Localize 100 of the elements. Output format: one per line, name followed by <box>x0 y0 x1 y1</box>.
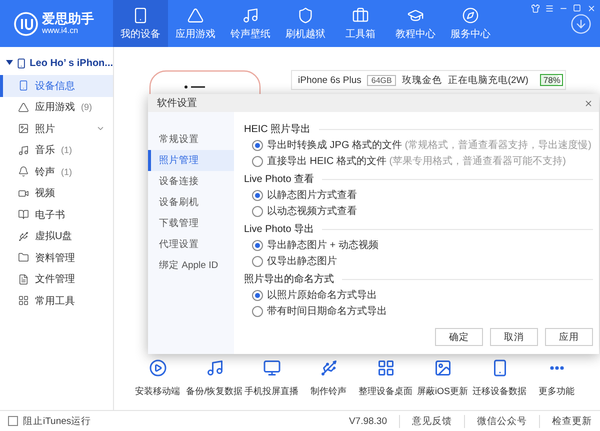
item-label: 文件管理 <box>35 272 75 286</box>
nav-tab[interactable]: 铃声壁纸 <box>223 0 278 47</box>
sidebar-item[interactable]: 文件管理 <box>0 268 113 290</box>
triangle-icon <box>18 102 29 113</box>
item-label: 设备信息 <box>35 80 75 93</box>
sidebar-item[interactable]: 设备信息 <box>0 75 113 96</box>
settings-nav-item[interactable]: 绑定 Apple ID <box>148 255 234 276</box>
item-label: 资料管理 <box>35 252 75 265</box>
phone-icon <box>132 6 149 24</box>
caret-icon <box>6 60 13 64</box>
tool-button[interactable]: 整理设备桌面 <box>357 359 414 398</box>
settings-nav-item[interactable]: 下载管理 <box>148 213 234 234</box>
item-label: 铃声 <box>35 166 55 179</box>
item-count: (9) <box>81 102 92 112</box>
dialog-button[interactable]: 应用 <box>545 328 593 346</box>
nav-tab[interactable]: 刷机越狱 <box>278 0 333 47</box>
settings-nav-item[interactable]: 照片管理 <box>148 150 234 171</box>
image-icon <box>434 359 452 377</box>
nav-tab[interactable]: 教程中心 <box>388 0 443 47</box>
device-model: iPhone 6s Plus <box>298 74 362 86</box>
option-label: 导出时转换成 JPG 格式的文件 (常规格式，普通查看器支持，导出速度慢) <box>267 138 592 153</box>
item-count: (1) <box>61 166 72 177</box>
sidebar-item[interactable]: 常用工具 <box>0 290 113 312</box>
sidebar-item[interactable]: 虚拟U盘 <box>0 226 113 247</box>
close-icon[interactable] <box>584 98 593 108</box>
option-label: 仅导出静态图片 <box>267 254 337 269</box>
tool-button[interactable]: 手机投屏直播 <box>243 359 300 398</box>
nav-tab[interactable]: 应用游戏 <box>168 0 223 47</box>
device-finish: 玫瑰金色 <box>402 74 442 86</box>
more-icon <box>550 366 564 370</box>
section-title: 照片导出的命名方式 <box>244 272 334 286</box>
nav-tab[interactable]: 工具箱 <box>333 0 388 47</box>
settings-nav-item[interactable]: 设备连接 <box>148 171 234 192</box>
sidebar-item[interactable]: 应用游戏 (9) <box>0 96 113 118</box>
option-label: 以动态视频方式查看 <box>267 204 357 219</box>
dialog-title: 软件设置 <box>157 96 197 110</box>
menu-icon[interactable] <box>544 4 554 12</box>
video-camera-icon <box>18 188 29 199</box>
device-name[interactable]: Leo Ho’ s iPhon... <box>0 51 113 75</box>
usb-icon <box>320 359 338 377</box>
item-label: 照片 <box>35 122 55 136</box>
item-label: 虚拟U盘 <box>35 230 72 244</box>
bell-icon <box>18 166 29 178</box>
status-link[interactable]: 意见反馈 <box>399 414 452 428</box>
grid-icon <box>376 359 394 377</box>
section-title: HEIC 照片导出 <box>244 122 311 136</box>
settings-nav-item[interactable]: 常规设置 <box>148 129 234 150</box>
dialog-button[interactable]: 确定 <box>435 328 483 346</box>
grid-icon <box>18 295 29 306</box>
play-circle-icon <box>148 359 166 377</box>
shield-icon <box>297 6 314 24</box>
radio-button[interactable] <box>252 256 263 267</box>
battery-indicator: 78% <box>540 74 564 86</box>
dialog-button[interactable]: 取消 <box>490 328 538 346</box>
tool-button[interactable]: 备份/恢复数据 <box>186 359 243 398</box>
option-label: 带有时间日期命名方式导出 <box>267 304 387 319</box>
phone-icon <box>16 58 27 68</box>
checkbox[interactable] <box>8 416 18 426</box>
phone-icon <box>18 80 29 92</box>
item-label: 应用游戏 <box>35 100 75 114</box>
tool-button[interactable]: 制作铃声 <box>300 359 357 398</box>
tool-button[interactable]: 屏蔽iOS更新 <box>414 359 471 398</box>
tool-button[interactable]: 安装移动端 <box>129 359 186 398</box>
item-count: (1) <box>61 145 72 156</box>
item-label: 音乐 <box>35 144 55 158</box>
sidebar-item[interactable]: 铃声 (1) <box>0 161 113 182</box>
option-label: 导出静态图片 + 动态视频 <box>267 238 378 253</box>
tool-button[interactable]: 迁移设备数据 <box>471 359 528 398</box>
radio-button[interactable] <box>252 290 263 301</box>
sidebar-item[interactable]: 音乐 (1) <box>0 140 113 161</box>
radio-button[interactable] <box>252 206 263 217</box>
shirt-icon[interactable] <box>530 4 540 12</box>
book-icon <box>18 209 29 220</box>
sidebar-item[interactable]: 电子书 <box>0 204 113 226</box>
item-label: 电子书 <box>35 208 65 222</box>
compass-icon <box>462 6 479 24</box>
sidebar-item[interactable]: 照片 <box>0 118 113 140</box>
device-label: Leo Ho’ s iPhon... <box>30 58 113 68</box>
radio-button[interactable] <box>252 156 263 167</box>
sidebar-item[interactable]: 资料管理 <box>0 247 113 268</box>
nav-tab[interactable]: 服务中心 <box>443 0 498 47</box>
music-note-icon <box>206 359 224 377</box>
status-link[interactable]: 检查更新 <box>539 414 592 428</box>
status-link[interactable]: 微信公众号 <box>464 414 527 428</box>
tool-button[interactable]: 更多功能 <box>528 359 585 398</box>
charging-status: 正在电脑充电(2W) <box>448 74 528 86</box>
radio-button[interactable] <box>252 240 263 251</box>
radio-button[interactable] <box>252 140 263 151</box>
folder-icon <box>18 252 29 264</box>
settings-nav-item[interactable]: 设备刷机 <box>148 192 234 213</box>
settings-nav-item[interactable]: 代理设置 <box>148 234 234 255</box>
radio-button[interactable] <box>252 190 263 201</box>
option-label: 以照片原始命名方式导出 <box>267 288 377 303</box>
version-label: V7.98.30 <box>348 416 387 426</box>
logo-icon <box>14 12 38 36</box>
download-icon[interactable] <box>570 12 592 34</box>
nav-tab[interactable]: 我的设备 <box>113 0 168 47</box>
sidebar-item[interactable]: 视频 <box>0 182 113 204</box>
maximize-icon[interactable] <box>573 4 581 12</box>
radio-button[interactable] <box>252 306 263 317</box>
